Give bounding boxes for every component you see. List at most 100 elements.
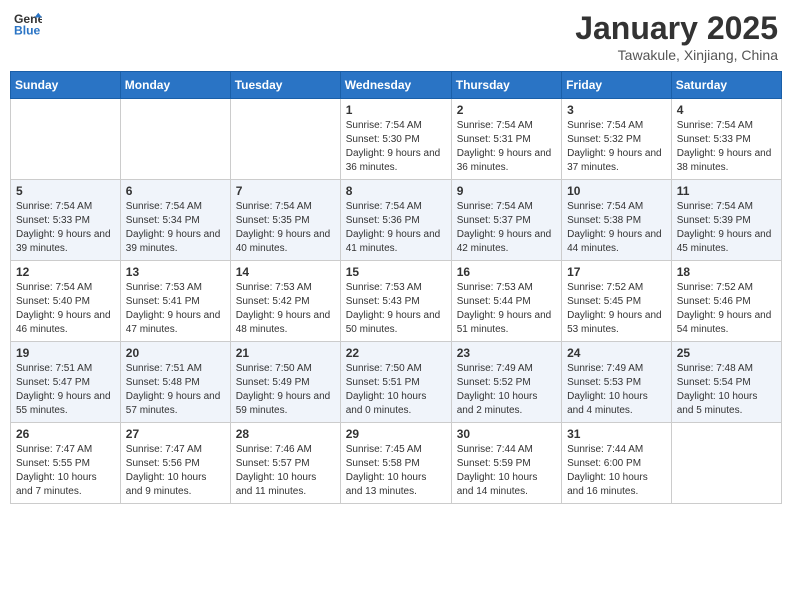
day-info: Sunrise: 7:54 AM Sunset: 5:30 PM Dayligh… xyxy=(346,119,446,175)
day-number: 25 xyxy=(677,346,776,360)
day-number: 23 xyxy=(457,346,556,360)
calendar-cell: 28Sunrise: 7:46 AM Sunset: 5:57 PM Dayli… xyxy=(230,423,340,504)
weekday-header: Friday xyxy=(562,72,672,99)
calendar-cell: 2 Sunrise: 7:54 AM Sunset: 5:31 PM Daylig… xyxy=(451,99,561,180)
day-info: Sunrise: 7:54 AM Sunset: 5:33 PM Dayligh… xyxy=(16,200,115,256)
day-info: Sunrise: 7:54 AM Sunset: 5:32 PM Dayligh… xyxy=(567,119,666,175)
day-info: Sunrise: 7:51 AM Sunset: 5:48 PM Dayligh… xyxy=(126,362,225,418)
calendar-cell: 3 Sunrise: 7:54 AM Sunset: 5:32 PM Daylig… xyxy=(562,99,672,180)
day-number: 31 xyxy=(567,427,666,441)
weekday-header: Tuesday xyxy=(230,72,340,99)
day-info: Sunrise: 7:54 AM Sunset: 5:35 PM Dayligh… xyxy=(236,200,335,256)
calendar-cell: 4 Sunrise: 7:54 AM Sunset: 5:33 PM Daylig… xyxy=(671,99,781,180)
month-title: January 2025 xyxy=(575,10,778,47)
day-number: 5 xyxy=(16,184,115,198)
day-info: Sunrise: 7:50 AM Sunset: 5:49 PM Dayligh… xyxy=(236,362,335,418)
day-info: Sunrise: 7:47 AM Sunset: 5:55 PM Dayligh… xyxy=(16,443,115,499)
calendar-cell: 9 Sunrise: 7:54 AM Sunset: 5:37 PM Daylig… xyxy=(451,180,561,261)
day-info: Sunrise: 7:54 AM Sunset: 5:37 PM Dayligh… xyxy=(457,200,556,256)
day-number: 7 xyxy=(236,184,335,198)
calendar-cell: 20Sunrise: 7:51 AM Sunset: 5:48 PM Dayli… xyxy=(120,342,230,423)
calendar-cell: 23 Sunrise: 7:49 AM Sunset: 5:52 PM Dayli… xyxy=(451,342,561,423)
calendar-week-row: 5 Sunrise: 7:54 AM Sunset: 5:33 PM Daylig… xyxy=(11,180,782,261)
day-number: 4 xyxy=(677,103,776,117)
day-number: 17 xyxy=(567,265,666,279)
day-number: 13 xyxy=(126,265,225,279)
day-info: Sunrise: 7:44 AM Sunset: 5:59 PM Dayligh… xyxy=(457,443,556,499)
weekday-header: Wednesday xyxy=(340,72,451,99)
day-info: Sunrise: 7:54 AM Sunset: 5:36 PM Dayligh… xyxy=(346,200,446,256)
calendar-cell: 24Sunrise: 7:49 AM Sunset: 5:53 PM Dayli… xyxy=(562,342,672,423)
title-block: January 2025 Tawakule, Xinjiang, China xyxy=(575,10,778,63)
calendar-cell: 12 Sunrise: 7:54 AM Sunset: 5:40 PM Dayli… xyxy=(11,261,121,342)
day-info: Sunrise: 7:54 AM Sunset: 5:40 PM Dayligh… xyxy=(16,281,115,337)
weekday-header: Monday xyxy=(120,72,230,99)
day-number: 26 xyxy=(16,427,115,441)
day-number: 24 xyxy=(567,346,666,360)
logo: General Blue xyxy=(14,10,42,38)
calendar-cell: 15 Sunrise: 7:53 AM Sunset: 5:43 PM Dayli… xyxy=(340,261,451,342)
day-info: Sunrise: 7:54 AM Sunset: 5:31 PM Dayligh… xyxy=(457,119,556,175)
calendar-cell: 26 Sunrise: 7:47 AM Sunset: 5:55 PM Dayli… xyxy=(11,423,121,504)
day-info: Sunrise: 7:51 AM Sunset: 5:47 PM Dayligh… xyxy=(16,362,115,418)
calendar-cell: 21 Sunrise: 7:50 AM Sunset: 5:49 PM Dayli… xyxy=(230,342,340,423)
calendar-cell: 31 Sunrise: 7:44 AM Sunset: 6:00 PM Dayli… xyxy=(562,423,672,504)
day-info: Sunrise: 7:54 AM Sunset: 5:39 PM Dayligh… xyxy=(677,200,776,256)
calendar-cell xyxy=(671,423,781,504)
day-number: 30 xyxy=(457,427,556,441)
day-number: 21 xyxy=(236,346,335,360)
day-info: Sunrise: 7:45 AM Sunset: 5:58 PM Dayligh… xyxy=(346,443,446,499)
day-number: 19 xyxy=(16,346,115,360)
day-info: Sunrise: 7:48 AM Sunset: 5:54 PM Dayligh… xyxy=(677,362,776,418)
day-info: Sunrise: 7:52 AM Sunset: 5:46 PM Dayligh… xyxy=(677,281,776,337)
calendar-week-row: 12 Sunrise: 7:54 AM Sunset: 5:40 PM Dayli… xyxy=(11,261,782,342)
calendar-cell: 19 Sunrise: 7:51 AM Sunset: 5:47 PM Dayli… xyxy=(11,342,121,423)
day-number: 14 xyxy=(236,265,335,279)
calendar-cell: 13 Sunrise: 7:53 AM Sunset: 5:41 PM Dayli… xyxy=(120,261,230,342)
calendar-cell: 1 Sunrise: 7:54 AM Sunset: 5:30 PM Daylig… xyxy=(340,99,451,180)
logo-icon: General Blue xyxy=(14,10,42,38)
calendar-cell: 7 Sunrise: 7:54 AM Sunset: 5:35 PM Daylig… xyxy=(230,180,340,261)
calendar-week-row: 1 Sunrise: 7:54 AM Sunset: 5:30 PM Daylig… xyxy=(11,99,782,180)
calendar-cell: 6Sunrise: 7:54 AM Sunset: 5:34 PM Daylig… xyxy=(120,180,230,261)
page-header: General Blue January 2025 Tawakule, Xinj… xyxy=(10,10,782,63)
weekday-header-row: SundayMondayTuesdayWednesdayThursdayFrid… xyxy=(11,72,782,99)
day-number: 10 xyxy=(567,184,666,198)
calendar-cell: 10 Sunrise: 7:54 AM Sunset: 5:38 PM Dayli… xyxy=(562,180,672,261)
day-number: 1 xyxy=(346,103,446,117)
weekday-header: Sunday xyxy=(11,72,121,99)
weekday-header: Saturday xyxy=(671,72,781,99)
calendar-cell: 18Sunrise: 7:52 AM Sunset: 5:46 PM Dayli… xyxy=(671,261,781,342)
day-number: 11 xyxy=(677,184,776,198)
calendar-week-row: 19 Sunrise: 7:51 AM Sunset: 5:47 PM Dayli… xyxy=(11,342,782,423)
day-info: Sunrise: 7:53 AM Sunset: 5:41 PM Dayligh… xyxy=(126,281,225,337)
day-info: Sunrise: 7:54 AM Sunset: 5:33 PM Dayligh… xyxy=(677,119,776,175)
day-info: Sunrise: 7:54 AM Sunset: 5:38 PM Dayligh… xyxy=(567,200,666,256)
day-info: Sunrise: 7:46 AM Sunset: 5:57 PM Dayligh… xyxy=(236,443,335,499)
day-info: Sunrise: 7:44 AM Sunset: 6:00 PM Dayligh… xyxy=(567,443,666,499)
day-number: 29 xyxy=(346,427,446,441)
day-info: Sunrise: 7:53 AM Sunset: 5:43 PM Dayligh… xyxy=(346,281,446,337)
calendar-cell: 25 Sunrise: 7:48 AM Sunset: 5:54 PM Dayli… xyxy=(671,342,781,423)
day-number: 15 xyxy=(346,265,446,279)
day-info: Sunrise: 7:49 AM Sunset: 5:52 PM Dayligh… xyxy=(457,362,556,418)
day-info: Sunrise: 7:53 AM Sunset: 5:42 PM Dayligh… xyxy=(236,281,335,337)
day-number: 8 xyxy=(346,184,446,198)
day-number: 16 xyxy=(457,265,556,279)
location: Tawakule, Xinjiang, China xyxy=(575,47,778,63)
calendar-cell xyxy=(230,99,340,180)
svg-text:Blue: Blue xyxy=(14,23,41,37)
calendar-cell: 11 Sunrise: 7:54 AM Sunset: 5:39 PM Dayli… xyxy=(671,180,781,261)
calendar-cell xyxy=(11,99,121,180)
day-number: 6 xyxy=(126,184,225,198)
day-number: 12 xyxy=(16,265,115,279)
day-number: 2 xyxy=(457,103,556,117)
calendar-cell: 27Sunrise: 7:47 AM Sunset: 5:56 PM Dayli… xyxy=(120,423,230,504)
day-number: 3 xyxy=(567,103,666,117)
day-number: 9 xyxy=(457,184,556,198)
day-info: Sunrise: 7:50 AM Sunset: 5:51 PM Dayligh… xyxy=(346,362,446,418)
calendar-cell: 29 Sunrise: 7:45 AM Sunset: 5:58 PM Dayli… xyxy=(340,423,451,504)
calendar-cell: 30 Sunrise: 7:44 AM Sunset: 5:59 PM Dayli… xyxy=(451,423,561,504)
calendar-cell: 16Sunrise: 7:53 AM Sunset: 5:44 PM Dayli… xyxy=(451,261,561,342)
calendar-cell: 5 Sunrise: 7:54 AM Sunset: 5:33 PM Daylig… xyxy=(11,180,121,261)
